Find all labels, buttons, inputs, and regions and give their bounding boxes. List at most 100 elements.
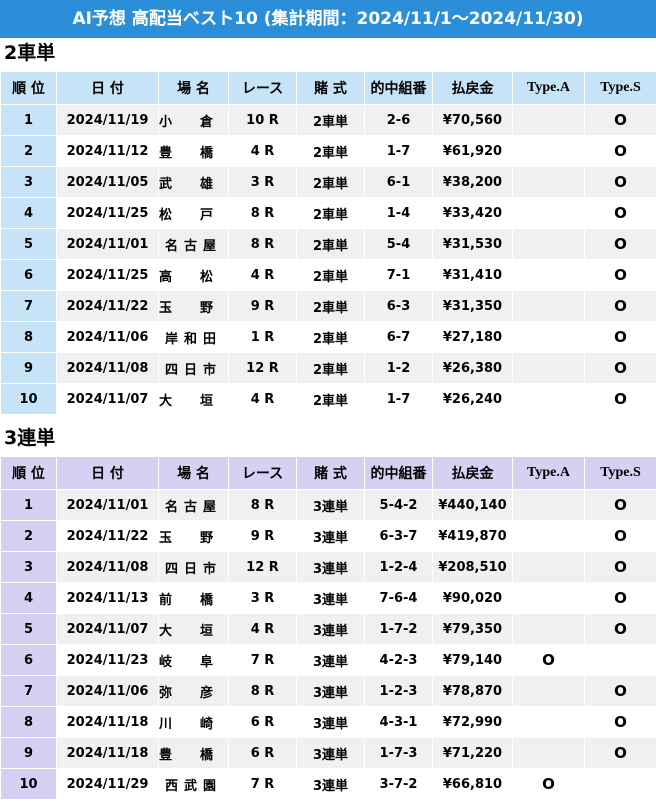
- cell-type-s: O: [584, 104, 656, 136]
- column-header-type-a: Type.A: [512, 71, 585, 105]
- cell-type-a: [512, 489, 585, 521]
- cell-type-s: O: [584, 321, 656, 353]
- cell-combo: 2-6: [364, 104, 433, 136]
- cell-type-a: [512, 737, 585, 769]
- cell-type-a: [512, 582, 585, 614]
- cell-race: 6 R: [228, 706, 297, 738]
- cell-type-s: O: [584, 582, 656, 614]
- table-row: 72024/11/22玉野9 R2車単6-3¥31,350 O: [0, 290, 656, 322]
- cell-type-s: O: [584, 290, 656, 322]
- cell-rank: 2: [0, 135, 57, 167]
- cell-rank: 10: [0, 768, 57, 800]
- cell-bet-type: 2車単: [296, 197, 365, 229]
- cell-type-a: [512, 706, 585, 738]
- cell-combo: 1-7-3: [364, 737, 433, 769]
- cell-combo: 1-2-4: [364, 551, 433, 583]
- cell-race: 8 R: [228, 675, 297, 707]
- cell-payout: ¥90,020: [432, 582, 513, 614]
- cell-bet-type: 3連単: [296, 644, 365, 676]
- cell-bet-type: 3連単: [296, 675, 365, 707]
- cell-date: 2024/11/13: [56, 582, 159, 614]
- cell-rank: 10: [0, 383, 57, 415]
- cell-type-a: [512, 551, 585, 583]
- cell-type-a: [512, 520, 585, 552]
- cell-venue: 名古屋: [158, 489, 229, 521]
- cell-payout: ¥419,870: [432, 520, 513, 552]
- cell-type-a: [512, 197, 585, 229]
- results-table-3rentan: 順 位 日 付 場 名 レース 賭 式 的中組番 払戻金 Type.A Type…: [0, 456, 656, 800]
- cell-venue: 武雄: [158, 166, 229, 198]
- cell-type-s: O: [584, 228, 656, 260]
- cell-rank: 3: [0, 551, 57, 583]
- column-header-payout: 払戻金: [432, 456, 513, 490]
- column-header-date: 日 付: [56, 456, 159, 490]
- cell-payout: ¥70,560: [432, 104, 513, 136]
- column-header-rank: 順 位: [0, 71, 57, 105]
- cell-date: 2024/11/07: [56, 383, 159, 415]
- cell-date: 2024/11/01: [56, 228, 159, 260]
- column-header-type-s: Type.S: [584, 456, 656, 490]
- column-header-combo: 的中組番: [364, 456, 433, 490]
- cell-type-a: O: [512, 644, 585, 676]
- cell-race: 10 R: [228, 104, 297, 136]
- column-header-combo: 的中組番: [364, 71, 433, 105]
- cell-rank: 1: [0, 104, 57, 136]
- cell-payout: ¥27,180: [432, 321, 513, 353]
- column-header-bet-type: 賭 式: [296, 456, 365, 490]
- cell-type-a: [512, 166, 585, 198]
- cell-date: 2024/11/08: [56, 551, 159, 583]
- cell-type-a: O: [512, 768, 585, 800]
- table-row: 10 2024/11/29 西武園 7 R 3連単 3-7-2 ¥66,810 O: [0, 768, 656, 800]
- cell-bet-type: 3連単: [296, 489, 365, 521]
- cell-type-a: [512, 290, 585, 322]
- cell-type-s: O: [584, 166, 656, 198]
- cell-race: 6 R: [228, 737, 297, 769]
- cell-date: 2024/11/18: [56, 737, 159, 769]
- cell-payout: ¥78,870: [432, 675, 513, 707]
- cell-bet-type: 3連単: [296, 768, 365, 800]
- cell-venue: 川崎: [158, 706, 229, 738]
- cell-combo: 5-4-2: [364, 489, 433, 521]
- cell-type-a: [512, 352, 585, 384]
- cell-payout: ¥31,350: [432, 290, 513, 322]
- cell-venue: 西武園: [158, 768, 229, 800]
- cell-rank: 2: [0, 520, 57, 552]
- cell-bet-type: 3連単: [296, 551, 365, 583]
- cell-bet-type: 3連単: [296, 737, 365, 769]
- cell-combo: 7-6-4: [364, 582, 433, 614]
- cell-combo: 4-3-1: [364, 706, 433, 738]
- cell-bet-type: 2車単: [296, 321, 365, 353]
- table-header-row: 順 位 日 付 場 名 レース 賭 式 的中組番 払戻金 Type.A Type…: [0, 456, 656, 490]
- cell-rank: 7: [0, 290, 57, 322]
- cell-type-a: [512, 228, 585, 260]
- cell-type-s: O: [584, 613, 656, 645]
- cell-type-s: O: [584, 737, 656, 769]
- cell-combo: 3-7-2: [364, 768, 433, 800]
- cell-bet-type: 2車単: [296, 166, 365, 198]
- cell-bet-type: 2車単: [296, 290, 365, 322]
- cell-combo: 1-2-3: [364, 675, 433, 707]
- cell-rank: 6: [0, 644, 57, 676]
- table-row: 82024/11/18川崎6 R3連単4-3-1¥72,990 O: [0, 706, 656, 738]
- cell-bet-type: 2車単: [296, 104, 365, 136]
- cell-race: 8 R: [228, 228, 297, 260]
- cell-payout: ¥79,140: [432, 644, 513, 676]
- cell-venue: 名古屋: [158, 228, 229, 260]
- cell-combo: 1-2: [364, 352, 433, 384]
- table-row: 62024/11/25高松4 R2車単7-1¥31,410 O: [0, 259, 656, 291]
- cell-venue: 弥彦: [158, 675, 229, 707]
- cell-payout: ¥440,140: [432, 489, 513, 521]
- column-header-venue: 場 名: [158, 456, 229, 490]
- table-header-row: 順 位 日 付 場 名 レース 賭 式 的中組番 払戻金 Type.A Type…: [0, 71, 656, 105]
- cell-payout: ¥38,200: [432, 166, 513, 198]
- cell-date: 2024/11/06: [56, 675, 159, 707]
- cell-date: 2024/11/05: [56, 166, 159, 198]
- cell-rank: 7: [0, 675, 57, 707]
- cell-rank: 6: [0, 259, 57, 291]
- cell-race: 4 R: [228, 613, 297, 645]
- cell-type-a: [512, 104, 585, 136]
- cell-payout: ¥33,420: [432, 197, 513, 229]
- cell-race: 1 R: [228, 321, 297, 353]
- cell-date: 2024/11/18: [56, 706, 159, 738]
- cell-type-a: [512, 259, 585, 291]
